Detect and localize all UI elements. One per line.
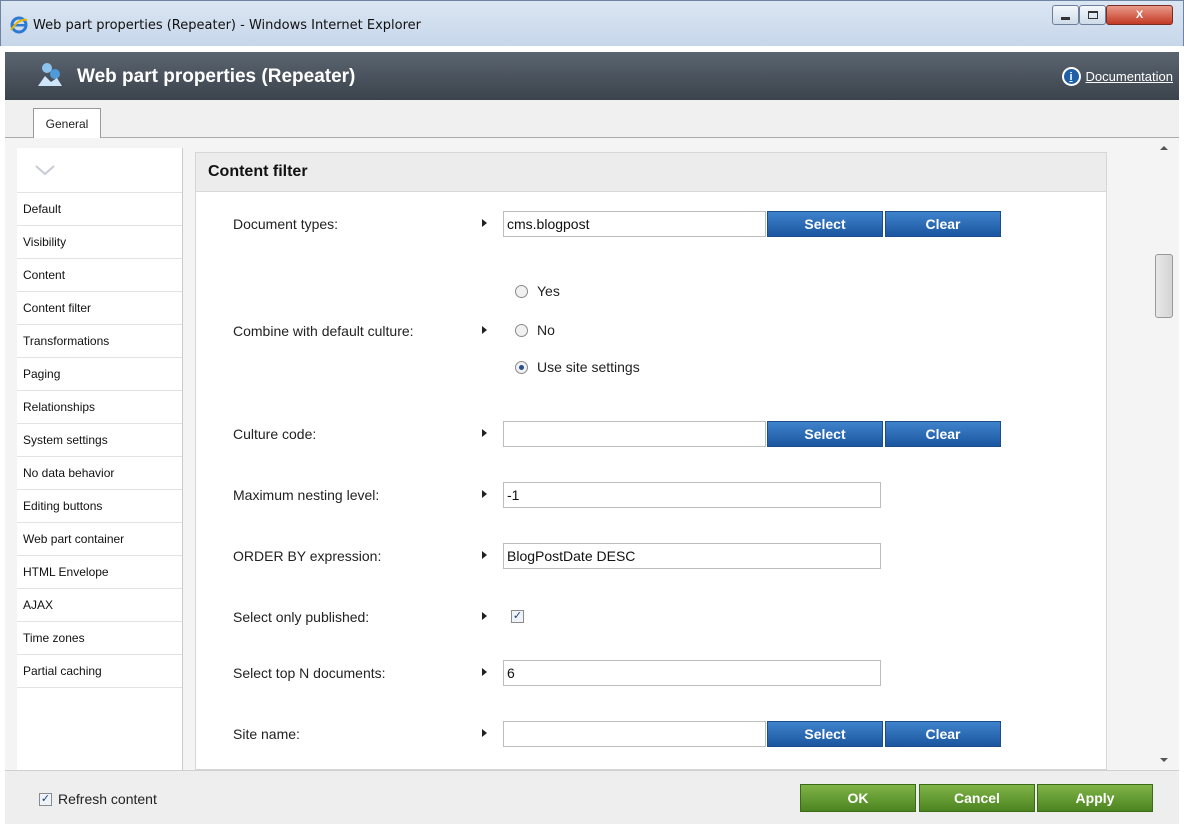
- order-by-row: ORDER BY expression:: [196, 541, 1106, 571]
- caret-right-icon: [482, 219, 487, 227]
- culture-code-input[interactable]: [503, 421, 766, 447]
- radio-no[interactable]: No: [515, 322, 555, 338]
- close-button[interactable]: X: [1106, 5, 1173, 25]
- webpart-icon: [38, 63, 62, 86]
- sidebar-item-paging[interactable]: Paging: [17, 358, 182, 391]
- refresh-content-toggle[interactable]: ✓ Refresh content: [39, 791, 157, 807]
- caret-right-icon: [482, 729, 487, 737]
- refresh-content-label: Refresh content: [58, 791, 157, 807]
- radio-icon: [515, 323, 528, 337]
- category-sidebar: Default Visibility Content Content filte…: [17, 148, 183, 770]
- sidebar-item-partial-caching[interactable]: Partial caching: [17, 655, 182, 688]
- collapse-chevron-button[interactable]: [17, 148, 182, 193]
- sidebar-item-transformations[interactable]: Transformations: [17, 325, 182, 358]
- sidebar-item-system-settings[interactable]: System settings: [17, 424, 182, 457]
- caret-right-icon: [482, 326, 487, 334]
- document-types-clear-button[interactable]: Clear: [885, 211, 1001, 237]
- dialog-title: Web part properties (Repeater): [77, 66, 356, 87]
- sidebar-item-no-data-behavior[interactable]: No data behavior: [17, 457, 182, 490]
- maximize-button[interactable]: [1079, 5, 1106, 25]
- document-types-input[interactable]: [503, 211, 766, 237]
- sidebar-item-content-filter[interactable]: Content filter: [17, 292, 182, 325]
- order-by-label: ORDER BY expression:: [233, 548, 382, 564]
- only-published-checkbox[interactable]: ✓: [511, 610, 524, 623]
- sidebar-item-ajax[interactable]: AJAX: [17, 589, 182, 622]
- radio-use-site-settings[interactable]: Use site settings: [515, 359, 640, 375]
- content-filter-panel: Content filter Document types: Select Cl…: [195, 152, 1107, 770]
- ok-button[interactable]: OK: [800, 784, 916, 812]
- tab-strip: General: [5, 100, 1179, 139]
- cancel-button[interactable]: Cancel: [919, 784, 1035, 812]
- refresh-content-checkbox[interactable]: ✓: [39, 792, 52, 806]
- site-name-input[interactable]: [503, 721, 766, 747]
- sidebar-item-default[interactable]: Default: [17, 193, 182, 226]
- apply-button[interactable]: Apply: [1037, 784, 1153, 812]
- site-name-select-button[interactable]: Select: [767, 721, 883, 747]
- scroll-up-icon[interactable]: [1160, 146, 1168, 150]
- top-n-row: Select top N documents:: [196, 658, 1106, 688]
- site-name-row: Site name: Select Clear: [196, 719, 1106, 749]
- max-nesting-input[interactable]: [503, 482, 881, 508]
- caret-right-icon: [482, 668, 487, 676]
- radio-icon: [515, 284, 528, 298]
- minimize-button[interactable]: [1052, 5, 1079, 25]
- max-nesting-label: Maximum nesting level:: [233, 487, 380, 503]
- culture-code-select-button[interactable]: Select: [767, 421, 883, 447]
- vertical-scrollbar[interactable]: [1155, 138, 1174, 770]
- dialog-body: Default Visibility Content Content filte…: [5, 138, 1179, 770]
- scroll-down-icon[interactable]: [1160, 758, 1168, 762]
- internet-explorer-icon: [10, 16, 28, 34]
- tab-general[interactable]: General: [33, 108, 101, 139]
- document-types-select-button[interactable]: Select: [767, 211, 883, 237]
- site-name-label: Site name:: [233, 726, 300, 742]
- sidebar-item-visibility[interactable]: Visibility: [17, 226, 182, 259]
- sidebar-item-html-envelope[interactable]: HTML Envelope: [17, 556, 182, 589]
- dialog-header: Web part properties (Repeater) i Documen…: [5, 52, 1179, 100]
- sidebar-item-editing-buttons[interactable]: Editing buttons: [17, 490, 182, 523]
- window-titlebar: Web part properties (Repeater) - Windows…: [0, 0, 1184, 46]
- caret-right-icon: [482, 490, 487, 498]
- caret-right-icon: [482, 612, 487, 620]
- caret-right-icon: [482, 551, 487, 559]
- documentation-link[interactable]: i Documentation: [1061, 67, 1173, 86]
- dialog-footer: ✓ Refresh content OK Cancel Apply: [5, 770, 1179, 824]
- radio-selected-icon: [515, 360, 528, 374]
- caret-right-icon: [482, 429, 487, 437]
- combine-culture-row: Combine with default culture: Yes No Use…: [196, 277, 1106, 387]
- radio-yes[interactable]: Yes: [515, 283, 560, 299]
- info-icon: i: [1061, 67, 1081, 86]
- order-by-input[interactable]: [503, 543, 881, 569]
- section-title: Content filter: [196, 153, 1106, 192]
- document-types-row: Document types: Select Clear: [196, 209, 1106, 239]
- chevron-down-icon: [35, 165, 55, 176]
- window-title: Web part properties (Repeater) - Windows…: [33, 18, 421, 33]
- document-types-label: Document types:: [233, 216, 339, 232]
- sidebar-item-web-part-container[interactable]: Web part container: [17, 523, 182, 556]
- maximize-icon: [1087, 11, 1098, 19]
- top-n-input[interactable]: [503, 660, 881, 686]
- culture-code-label: Culture code:: [233, 426, 317, 442]
- sidebar-item-time-zones[interactable]: Time zones: [17, 622, 182, 655]
- top-n-label: Select top N documents:: [233, 665, 386, 681]
- documentation-label: Documentation: [1085, 69, 1173, 84]
- culture-code-row: Culture code: Select Clear: [196, 419, 1106, 449]
- max-nesting-row: Maximum nesting level:: [196, 480, 1106, 510]
- only-published-label: Select only published:: [233, 609, 370, 625]
- site-name-clear-button[interactable]: Clear: [885, 721, 1001, 747]
- sidebar-item-relationships[interactable]: Relationships: [17, 391, 182, 424]
- scroll-thumb[interactable]: [1155, 254, 1173, 318]
- culture-code-clear-button[interactable]: Clear: [885, 421, 1001, 447]
- combine-culture-label: Combine with default culture:: [233, 323, 414, 339]
- only-published-row: Select only published: ✓: [196, 602, 1106, 632]
- sidebar-item-content[interactable]: Content: [17, 259, 182, 292]
- minimize-icon: [1061, 16, 1070, 20]
- close-icon: X: [1135, 9, 1144, 21]
